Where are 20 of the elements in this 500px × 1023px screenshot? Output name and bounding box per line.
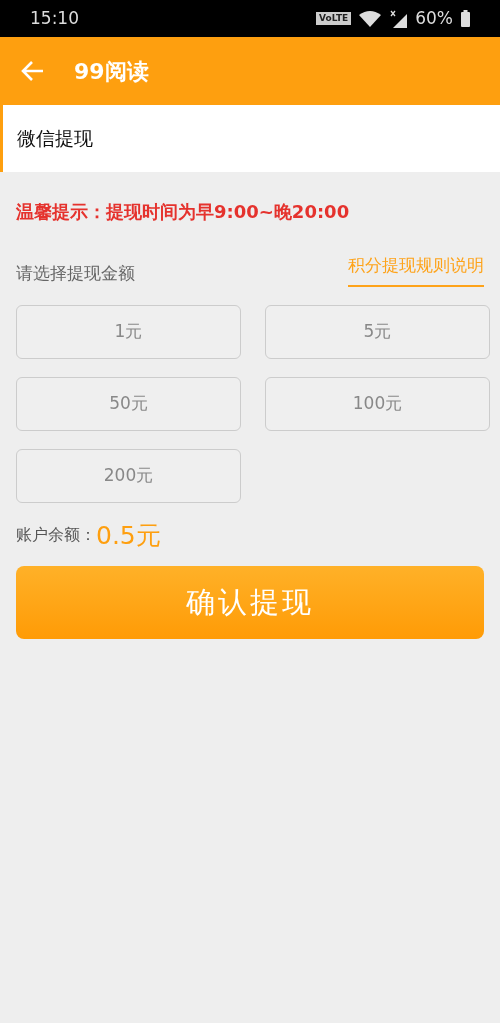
amount-prompt: 请选择提现金额 (16, 262, 135, 285)
tab[interactable]: 微信提现 (0, 105, 500, 172)
status-time: 15:10 (30, 6, 79, 30)
amount-option[interactable]: 50元 (16, 376, 241, 431)
balance-label: 账户余额： (16, 524, 96, 547)
notice-text: 温馨提示：提现时间为早9:00~晚20:00 (16, 200, 351, 224)
amount-option[interactable]: 1元 (16, 304, 241, 359)
page-title: 99阅读 (74, 57, 149, 86)
amount-option[interactable]: 5元 (265, 304, 490, 359)
battery-icon (461, 10, 470, 27)
back-icon[interactable] (20, 60, 44, 82)
battery-percent: 60% (415, 6, 453, 30)
wifi-icon (359, 10, 382, 27)
balance-value: 0.5元 (96, 519, 161, 552)
amount-option[interactable]: 200元 (16, 448, 241, 503)
network-badge: VoLTE (316, 12, 352, 25)
confirm-button[interactable]: 确认提现 (16, 566, 484, 639)
signal-icon (389, 9, 408, 28)
amount-option[interactable]: 100元 (265, 376, 490, 431)
rules-link[interactable]: 积分提现规则说明 (348, 253, 484, 287)
